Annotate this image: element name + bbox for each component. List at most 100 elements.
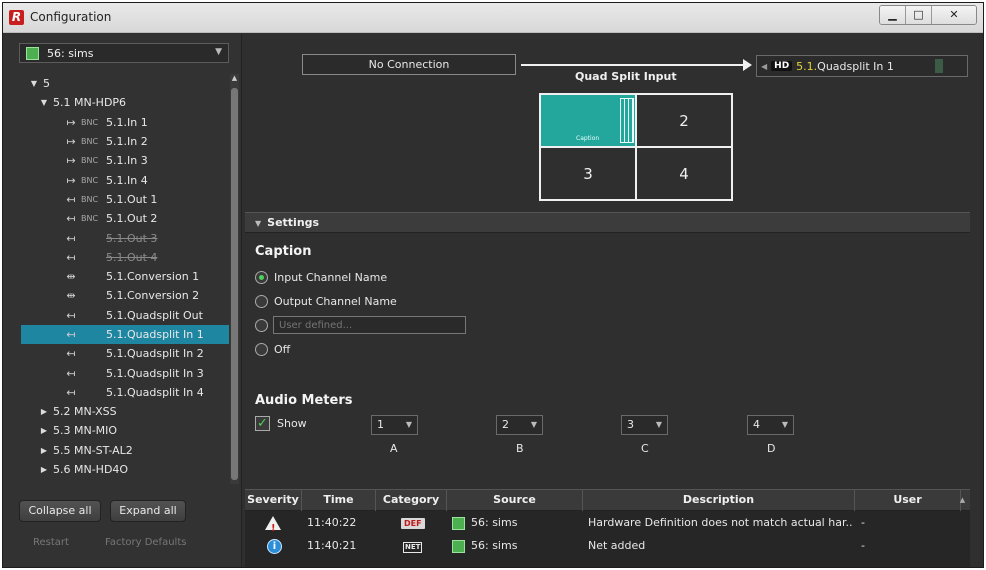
tree-item[interactable]: ▶ 5.5 MN-ST-AL2 — [21, 441, 229, 460]
tree-item-label: 5.5 MN-ST-AL2 — [53, 443, 133, 457]
log-time: 11:40:21 — [307, 539, 357, 552]
log-description: Net added — [588, 539, 646, 552]
log-user: - — [861, 539, 865, 552]
quadrant-4[interactable]: 4 — [636, 147, 732, 200]
quad-split-preview: Caption 2 3 4 — [539, 93, 733, 201]
tree-item[interactable]: ↦ BNC 5.1.In 3 — [21, 151, 229, 170]
col-user[interactable]: User — [855, 490, 961, 511]
caption-title: Caption — [255, 244, 312, 259]
tree-item-label: 5.1.Conversion 2 — [106, 289, 200, 303]
tree-item[interactable]: ⇹ 5.1.Conversion 1 — [21, 267, 229, 286]
channel-icon: ↦ — [66, 154, 76, 168]
tree-item[interactable]: ▶ 5.3 MN-MIO — [21, 421, 229, 440]
app-logo-icon: R — [9, 10, 24, 25]
target-name: Quadsplit In 1 — [817, 59, 894, 73]
meter-a-select[interactable]: 1 ▼ — [371, 415, 418, 435]
quadrant-2[interactable]: 2 — [636, 94, 732, 147]
collapse-all-button[interactable]: Collapse all — [19, 500, 101, 522]
chevron-down-icon: ▼ — [255, 219, 262, 228]
quadrant-3[interactable]: 3 — [540, 147, 636, 200]
tree-item[interactable]: ↦ BNC 5.1.In 1 — [21, 113, 229, 132]
collapse-caret-icon[interactable]: ▶ — [39, 426, 49, 435]
tree-item[interactable]: ▶ 5.6 MN-HD4O — [21, 460, 229, 479]
factory-defaults-button[interactable]: Factory Defaults — [105, 537, 186, 548]
main-panel: No Connection Quad Split Input ◀ HD 5.1.… — [245, 34, 970, 567]
settings-header[interactable]: ▼ Settings — [245, 212, 970, 233]
tree-scrollbar[interactable]: ▲ — [230, 74, 239, 484]
audio-meter-preview — [620, 98, 634, 143]
radio-output-channel-name[interactable]: Output Channel Name — [255, 295, 397, 308]
target-channel[interactable]: ◀ HD 5.1. Quadsplit In 1 — [756, 55, 968, 77]
tree-item[interactable]: ▼ 5.1 MN-HDP6 — [21, 93, 229, 112]
source-no-connection[interactable]: No Connection — [302, 54, 516, 75]
tree-item[interactable]: ↤ 5.1.Quadsplit In 2 — [21, 344, 229, 363]
col-description[interactable]: Description — [583, 490, 855, 511]
tree-item[interactable]: ↦ BNC 5.1.In 2 — [21, 132, 229, 151]
tree-item-label: 5.1.Quadsplit In 2 — [106, 347, 204, 361]
tree-item[interactable]: ↤ BNC 5.1.Out 1 — [21, 190, 229, 209]
show-checkbox[interactable]: ✓ — [255, 416, 270, 431]
minimize-button[interactable]: ▁ — [880, 6, 906, 24]
source-color-square — [452, 516, 465, 530]
tree-item[interactable]: ▼ 5 — [21, 74, 229, 93]
radio-button[interactable] — [255, 319, 268, 332]
tree-item[interactable]: ↤ 5.1.Quadsplit In 1 — [21, 324, 229, 345]
radio-button[interactable] — [255, 295, 268, 308]
connector-badge: BNC — [81, 137, 99, 147]
radio-off[interactable]: Off — [255, 343, 290, 356]
scrollbar-thumb[interactable] — [231, 88, 238, 480]
connector-badge: BNC — [81, 175, 99, 185]
tree-item-label: 5.1.Out 4 — [106, 250, 158, 264]
info-icon: i — [267, 535, 287, 557]
tree-item-label: 5.1.Out 3 — [106, 231, 158, 245]
restart-button[interactable]: Restart — [33, 537, 69, 548]
col-source[interactable]: Source — [447, 490, 583, 511]
expand-caret-icon[interactable]: ▼ — [39, 98, 49, 107]
meter-b-select[interactable]: 2 ▼ — [496, 415, 543, 435]
meter-d-select[interactable]: 4 ▼ — [747, 415, 794, 435]
tree-item[interactable]: ↦ BNC 5.1.In 4 — [21, 170, 229, 189]
sort-icon[interactable]: ▲ — [955, 490, 970, 511]
tree-item-label: 5.1 MN-HDP6 — [53, 96, 127, 110]
collapse-caret-icon[interactable]: ▶ — [39, 407, 49, 416]
col-category[interactable]: Category — [376, 490, 447, 511]
quadrant-1[interactable]: Caption — [540, 94, 636, 147]
col-severity[interactable]: Severity — [245, 490, 302, 511]
channel-icon: ↦ — [66, 115, 76, 129]
meter-d-letter: D — [767, 442, 776, 455]
channel-icon: ↦ — [66, 135, 76, 149]
log-row[interactable]: ! 11:40:22 DEF 56: sims Hardware Definit… — [245, 512, 970, 534]
tree-item-label: 5.1.In 4 — [106, 173, 148, 187]
tree-item[interactable]: ↤ 5.1.Quadsplit In 4 — [21, 383, 229, 402]
collapse-caret-icon[interactable]: ▶ — [39, 446, 49, 455]
user-defined-input[interactable] — [273, 316, 466, 334]
tree-item[interactable]: ⇹ 5.1.Conversion 2 — [21, 286, 229, 305]
expand-caret-icon[interactable]: ▼ — [29, 79, 39, 88]
route-arrow-icon — [743, 59, 752, 71]
expand-all-button[interactable]: Expand all — [110, 500, 186, 522]
channel-icon: ↤ — [66, 328, 76, 341]
close-button[interactable]: ✕ — [932, 6, 976, 24]
radio-input-channel-name[interactable]: Input Channel Name — [255, 271, 387, 284]
radio-button[interactable] — [255, 343, 268, 356]
channel-icon: ↤ — [66, 347, 76, 361]
tree-item[interactable]: ↤ 5.1.Out 3 — [21, 228, 229, 247]
tree-item-label: 5.3 MN-MIO — [53, 424, 118, 438]
radio-button[interactable] — [255, 271, 268, 284]
log-row[interactable]: i 11:40:21 NET 56: sims Net added - — [245, 535, 970, 557]
scroll-up-icon[interactable]: ▲ — [230, 74, 239, 84]
col-time[interactable]: Time — [302, 490, 376, 511]
collapse-caret-icon[interactable]: ▶ — [39, 465, 49, 474]
maximize-button[interactable]: □ — [906, 6, 932, 24]
tree-item[interactable]: ↤ 5.1.Out 4 — [21, 248, 229, 267]
tree-item[interactable]: ↤ 5.1.Quadsplit In 3 — [21, 363, 229, 382]
tree-item[interactable]: ▶5.7 MN-LNK4 — [21, 479, 229, 484]
radio-user-defined[interactable] — [255, 319, 274, 332]
tree-item-label: 5.1.Out 1 — [106, 192, 158, 206]
tree-item[interactable]: ↤ BNC 5.1.Out 2 — [21, 209, 229, 228]
tree-item[interactable]: ↤ 5.1.Quadsplit Out — [21, 306, 229, 325]
meter-c-select[interactable]: 3 ▼ — [621, 415, 668, 435]
chevron-down-icon: ▼ — [215, 47, 222, 57]
tree-item[interactable]: ▶ 5.2 MN-XSS — [21, 402, 229, 421]
system-select[interactable]: 56: sims ▼ — [19, 43, 229, 63]
